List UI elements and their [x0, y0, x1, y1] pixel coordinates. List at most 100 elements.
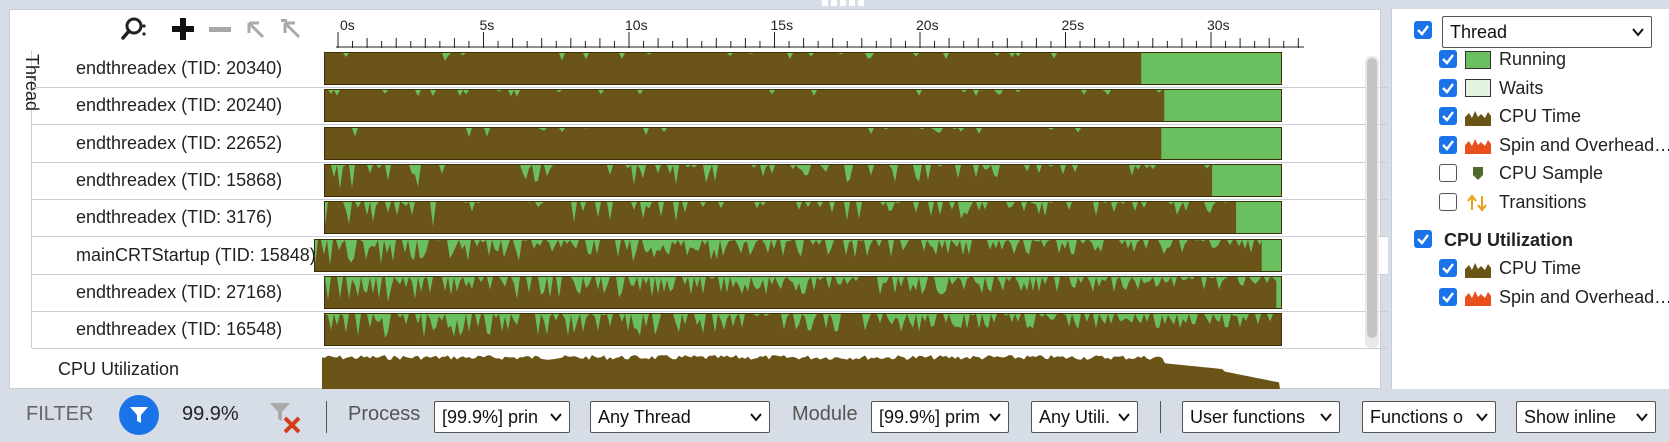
- thread-row[interactable]: endthreadex (TID: 27168): [32, 274, 1388, 312]
- thread-select[interactable]: Any Thread: [590, 401, 770, 433]
- ruler-tick-label: 5s: [480, 17, 495, 33]
- legend-item-label: Waits: [1499, 77, 1544, 98]
- show-inline-select[interactable]: Show inline: [1516, 401, 1656, 433]
- minus-icon[interactable]: [207, 16, 233, 42]
- thread-row[interactable]: endthreadex (TID: 20340): [32, 50, 1388, 88]
- thread-row[interactable]: mainCRTStartup (TID: 15848): [32, 236, 1388, 275]
- utilization-value: Any Utili.: [1039, 407, 1111, 427]
- process-select[interactable]: [99.9%] prin: [434, 401, 570, 433]
- cpu-legend-checkbox[interactable]: [1439, 259, 1457, 277]
- wait-spikes: [325, 202, 1237, 227]
- thread-activity-graph[interactable]: [324, 313, 1282, 347]
- legend-item-label: Transitions: [1499, 192, 1587, 212]
- ruler-tick-label: 15s: [771, 17, 794, 33]
- thread-activity-graph[interactable]: [324, 126, 1282, 160]
- cpu-utilization-graph[interactable]: [322, 351, 1282, 389]
- cpu-utilization-row[interactable]: CPU Utilization: [10, 351, 1370, 389]
- thread-row-label: endthreadex (TID: 22652): [76, 132, 283, 153]
- waits-swatch: [1465, 79, 1491, 98]
- group-by-select[interactable]: Thread: [1442, 16, 1652, 48]
- cpu-time-icon: [1465, 260, 1491, 278]
- filter-percent: 99.9%: [182, 403, 239, 425]
- chevron-down-icon: [1117, 402, 1131, 432]
- legend-checkbox[interactable]: [1439, 107, 1457, 126]
- thread-activity-graph[interactable]: [324, 275, 1282, 309]
- chevron-down-icon: [749, 402, 763, 432]
- thread-row[interactable]: endthreadex (TID: 20240): [32, 87, 1388, 126]
- legend-checkbox[interactable]: [1439, 164, 1457, 183]
- wait-spikes: [325, 90, 1165, 98]
- legend-item[interactable]: Waits: [1465, 78, 1543, 99]
- group-by-value: Thread: [1450, 22, 1508, 42]
- search-icon[interactable]: [120, 16, 146, 42]
- legend-item[interactable]: Transitions: [1465, 192, 1586, 213]
- chevron-down-icon: [988, 402, 1002, 432]
- process-value: [99.9%] prin: [442, 407, 539, 427]
- wait-spikes: [315, 239, 1262, 266]
- cpu-legend-item[interactable]: Spin and Overhead…: [1465, 287, 1669, 308]
- plus-icon[interactable]: [170, 16, 196, 42]
- thread-row[interactable]: endthreadex (TID: 3176): [32, 199, 1388, 238]
- functions-value: User functions: [1190, 407, 1306, 427]
- filter-bar: FILTER 99.9% Process [99.9%] prin Any Th…: [0, 389, 1669, 442]
- ruler-tick-label: 0s: [340, 17, 355, 33]
- functions-select[interactable]: User functions: [1182, 401, 1340, 433]
- thread-activity-graph[interactable]: [314, 238, 1282, 272]
- ruler-tick-label: 25s: [1062, 17, 1085, 33]
- thread-activity-graph[interactable]: [324, 89, 1282, 123]
- thread-activity-graph[interactable]: [324, 163, 1282, 197]
- thread-group-checkbox[interactable]: [1414, 21, 1432, 39]
- thread-row-label: endthreadex (TID: 20240): [76, 95, 283, 116]
- module-select[interactable]: [99.9%] prim: [871, 401, 1009, 433]
- module-value: [99.9%] prim: [879, 407, 981, 427]
- legend-checkbox[interactable]: [1439, 135, 1457, 154]
- legend-item-label: CPU Time: [1499, 106, 1582, 127]
- cpu-legend-item[interactable]: CPU Time: [1465, 258, 1581, 279]
- thread-activity-graph[interactable]: [324, 52, 1282, 85]
- legend-checkbox[interactable]: [1439, 193, 1457, 211]
- filter-label: FILTER: [26, 403, 94, 425]
- scrollbar-thumb[interactable]: [1367, 58, 1377, 338]
- running-segment: [1236, 202, 1281, 234]
- legend-item[interactable]: Spin and Overhead…: [1465, 135, 1669, 156]
- thread-row[interactable]: endthreadex (TID: 15868): [32, 162, 1388, 200]
- zoom-reset-icon[interactable]: [278, 16, 304, 42]
- cpu-legend-item-label: CPU Time: [1499, 258, 1582, 278]
- thread-row[interactable]: endthreadex (TID: 16548): [32, 311, 1388, 350]
- spin-overhead-icon: [1465, 288, 1491, 307]
- running-swatch: [1465, 50, 1491, 69]
- legend-checkbox[interactable]: [1439, 50, 1457, 68]
- filter-icon[interactable]: [119, 395, 159, 435]
- utilization-select[interactable]: Any Utili.: [1031, 401, 1138, 433]
- wait-spikes: [325, 314, 1281, 339]
- zoom-back-icon[interactable]: [242, 16, 268, 42]
- legend-item[interactable]: CPU Sample: [1465, 163, 1603, 184]
- timeline-toolbar: [10, 10, 332, 48]
- timeline-scrollbar[interactable]: [1365, 56, 1379, 348]
- thread-row-label: endthreadex (TID: 16548): [76, 319, 283, 340]
- transitions-icon: [1465, 193, 1491, 212]
- chevron-down-icon: [1475, 402, 1489, 432]
- time-ruler[interactable]: 0s 5s 10s 15s 20s 25s 30s: [336, 10, 1376, 48]
- running-segment: [1276, 276, 1281, 308]
- cpu-utilization-checkbox[interactable]: [1414, 230, 1432, 248]
- top-splitter[interactable]: [0, 0, 1669, 9]
- thread-activity-graph[interactable]: [324, 201, 1282, 235]
- ruler-tick-label: 10s: [625, 17, 648, 33]
- functions-options-value: Functions o: [1370, 407, 1464, 427]
- cpu-legend-checkbox[interactable]: [1439, 287, 1457, 306]
- running-segment: [1281, 314, 1282, 346]
- legend-item[interactable]: CPU Time: [1465, 106, 1581, 127]
- splitter-grip[interactable]: [822, 0, 868, 7]
- thread-row-label: endthreadex (TID: 27168): [76, 281, 283, 302]
- thread-row-label: endthreadex (TID: 20340): [76, 58, 283, 78]
- spin-overhead-icon: [1465, 136, 1491, 155]
- cpu-utilization-label: CPU Utilization: [58, 359, 180, 379]
- wait-spikes: [325, 276, 1277, 302]
- functions-options-select[interactable]: Functions o: [1362, 401, 1496, 433]
- thread-row[interactable]: endthreadex (TID: 22652): [32, 125, 1388, 163]
- legend-item[interactable]: Running: [1465, 49, 1566, 70]
- clear-filter-icon[interactable]: [268, 401, 304, 435]
- legend-checkbox[interactable]: [1439, 78, 1457, 97]
- process-label: Process: [348, 403, 421, 425]
